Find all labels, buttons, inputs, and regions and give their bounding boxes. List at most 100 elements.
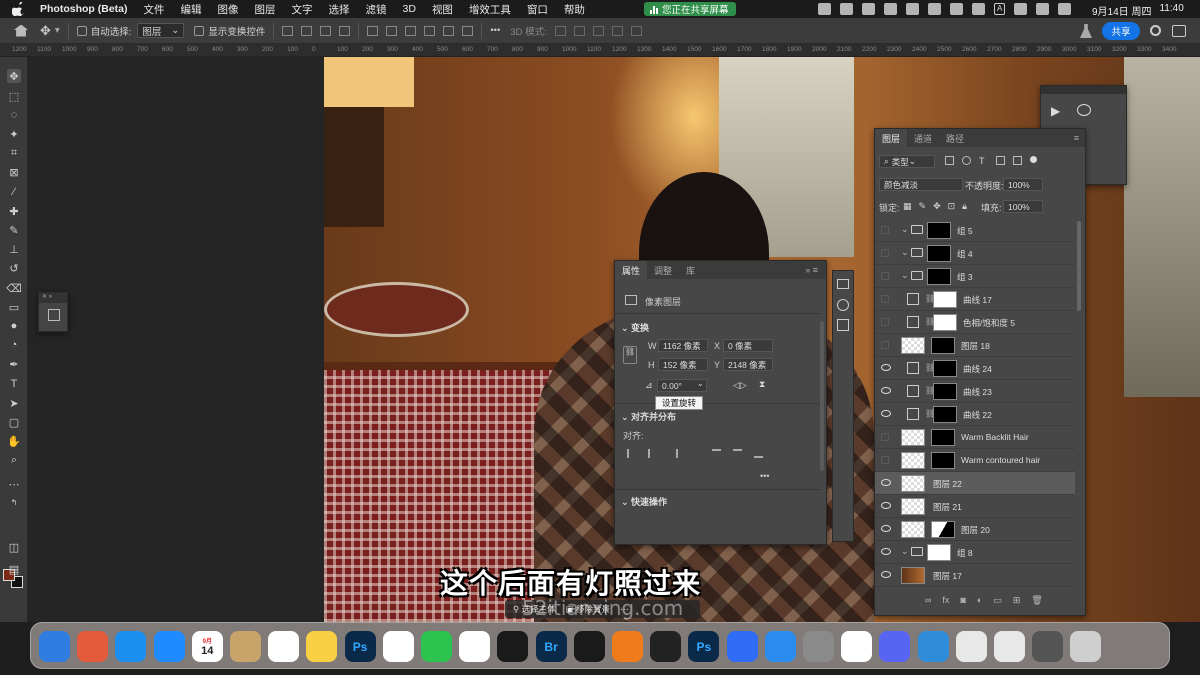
- marquee-tool-icon[interactable]: ⬚: [7, 89, 21, 103]
- photoshop-icon[interactable]: Ps: [344, 631, 376, 662]
- tab-libraries[interactable]: 库: [679, 261, 702, 279]
- link-layers-icon[interactable]: ∞: [925, 595, 931, 606]
- freeform-icon[interactable]: [382, 631, 414, 662]
- menu-image[interactable]: 图像: [218, 2, 239, 17]
- auto-select-checkbox[interactable]: [76, 25, 87, 36]
- panel-menu-icon[interactable]: » ≡: [805, 265, 818, 275]
- launchpad-icon[interactable]: [77, 631, 109, 662]
- menubar-app-icon[interactable]: [862, 3, 875, 15]
- screen-sharing-indicator[interactable]: 您正在共享屏幕: [644, 2, 736, 16]
- visibility-eye-icon[interactable]: [881, 318, 889, 326]
- mountain-icon[interactable]: [726, 631, 758, 662]
- tab-layers[interactable]: 图层: [875, 129, 908, 147]
- app-name-menu[interactable]: Photoshop (Beta): [40, 3, 128, 15]
- visibility-eye-icon[interactable]: [881, 548, 891, 555]
- distribute-icon[interactable]: [462, 25, 474, 36]
- transform-section-header[interactable]: ⌄ 变换: [621, 321, 649, 334]
- menu-view[interactable]: 视图: [432, 2, 453, 17]
- type-tool-icon[interactable]: T: [7, 377, 21, 391]
- play-actions-icon[interactable]: ▶: [1051, 104, 1060, 118]
- color-icon[interactable]: [837, 299, 849, 311]
- tab-paths[interactable]: 路径: [939, 129, 971, 147]
- layer-row[interactable]: 图层 21: [875, 495, 1075, 518]
- filter-shape-icon[interactable]: [996, 156, 1005, 165]
- expand-chevron-icon[interactable]: ⌄: [901, 247, 909, 258]
- tool-preset-dropdown[interactable]: ▾: [55, 25, 60, 36]
- menu-select[interactable]: 选择: [329, 2, 350, 17]
- layer-mask-thumbnail[interactable]: [927, 245, 951, 262]
- menu-3d[interactable]: 3D: [403, 3, 416, 15]
- appstore-icon[interactable]: [153, 631, 185, 662]
- layer-row[interactable]: 图层 18: [875, 334, 1075, 357]
- layer-thumbnail[interactable]: [901, 475, 925, 492]
- hand-tool-icon[interactable]: ✋: [7, 434, 21, 448]
- filter-toggle-icon[interactable]: [1030, 156, 1037, 163]
- layer-mask-thumbnail[interactable]: [931, 521, 955, 538]
- visibility-eye-icon[interactable]: [881, 341, 889, 349]
- menu-edit[interactable]: 编辑: [181, 2, 202, 17]
- history-brush-icon[interactable]: ↺: [7, 261, 21, 275]
- distribute-icon[interactable]: [405, 25, 417, 36]
- eyedropper-icon[interactable]: ⁄: [7, 185, 21, 199]
- expand-chevron-icon[interactable]: ⌄: [901, 546, 909, 557]
- contacts-icon[interactable]: [230, 631, 261, 662]
- menu-file[interactable]: 文件: [144, 2, 165, 17]
- layer-thumbnail[interactable]: [901, 567, 925, 584]
- reminders-icon[interactable]: [268, 631, 300, 662]
- align-right-icon[interactable]: [320, 25, 332, 36]
- input-source-indicator[interactable]: A: [994, 3, 1006, 15]
- menubar-clock[interactable]: 9月14日 周四 11:40: [1092, 3, 1184, 18]
- layer-mask-thumbnail[interactable]: [933, 360, 957, 377]
- lock-artboard-icon[interactable]: ⊡: [948, 201, 956, 212]
- zoom-tool-icon[interactable]: ⌕: [7, 453, 21, 467]
- add-mask-icon[interactable]: ◙: [960, 595, 965, 606]
- layer-row[interactable]: ⛓ 曲线 17: [875, 288, 1075, 311]
- new-adjustment-icon[interactable]: ◐: [977, 595, 982, 606]
- bridge-icon[interactable]: Br: [535, 631, 567, 662]
- adjustments-icon[interactable]: [837, 279, 849, 289]
- 3d-scale-icon[interactable]: [630, 25, 642, 36]
- dodge-tool-icon[interactable]: ◔: [7, 338, 21, 352]
- layer-mask-thumbnail[interactable]: [933, 406, 957, 423]
- distribute-icon[interactable]: [367, 25, 379, 36]
- 3d-rotate-icon[interactable]: [554, 25, 566, 36]
- layer-row[interactable]: Warm contoured hair: [875, 449, 1075, 472]
- layer-mask-thumbnail[interactable]: [931, 337, 955, 354]
- visibility-eye-icon[interactable]: [881, 272, 889, 280]
- safari-icon[interactable]: [115, 631, 147, 662]
- battery-icon[interactable]: [950, 3, 963, 15]
- distribute-icon[interactable]: [443, 25, 455, 36]
- menu-plugins[interactable]: 增效工具: [469, 2, 511, 17]
- finder-icon[interactable]: [39, 631, 70, 662]
- healing-brush-icon[interactable]: ✚: [7, 204, 21, 218]
- frame-tool-icon[interactable]: ⊠: [7, 165, 21, 179]
- finalcut-icon[interactable]: [497, 631, 529, 662]
- visibility-eye-icon[interactable]: [881, 410, 891, 417]
- layer-row[interactable]: ⌄ 组 5: [875, 219, 1075, 242]
- layer-row[interactable]: ⛓ 曲线 22: [875, 403, 1075, 426]
- apple-icon[interactable]: [12, 2, 26, 16]
- menu-help[interactable]: 帮助: [564, 2, 585, 17]
- layer-mask-thumbnail[interactable]: [933, 314, 957, 331]
- align-bottom-icon[interactable]: [754, 449, 763, 458]
- bluetooth-icon[interactable]: [928, 3, 941, 15]
- layer-mask-thumbnail[interactable]: [927, 222, 951, 239]
- height-field[interactable]: 152 像素: [658, 358, 708, 371]
- layer-mask-thumbnail[interactable]: [927, 544, 951, 561]
- spotlight-icon[interactable]: [1036, 3, 1050, 15]
- 3d-pan-icon[interactable]: [592, 25, 604, 36]
- layer-row[interactable]: 图层 17: [875, 564, 1075, 587]
- move-tool-icon[interactable]: ✥: [40, 23, 51, 39]
- visibility-eye-icon[interactable]: [881, 479, 891, 486]
- tab-adjustments[interactable]: 调整: [647, 261, 679, 279]
- opacity-field[interactable]: 100%: [1003, 178, 1043, 191]
- layer-thumbnail[interactable]: [901, 498, 925, 515]
- flip-vertical-icon[interactable]: ⧗: [759, 379, 765, 390]
- brush-tool-icon[interactable]: ✎: [7, 223, 21, 237]
- share-button[interactable]: 共享: [1102, 22, 1140, 40]
- discord-icon[interactable]: [879, 631, 911, 662]
- blend-mode-dropdown[interactable]: 颜色减淡: [879, 178, 963, 191]
- lock-position-icon[interactable]: ✥: [933, 201, 941, 212]
- layer-row[interactable]: ⌄ 组 4: [875, 242, 1075, 265]
- visibility-eye-icon[interactable]: [881, 571, 891, 578]
